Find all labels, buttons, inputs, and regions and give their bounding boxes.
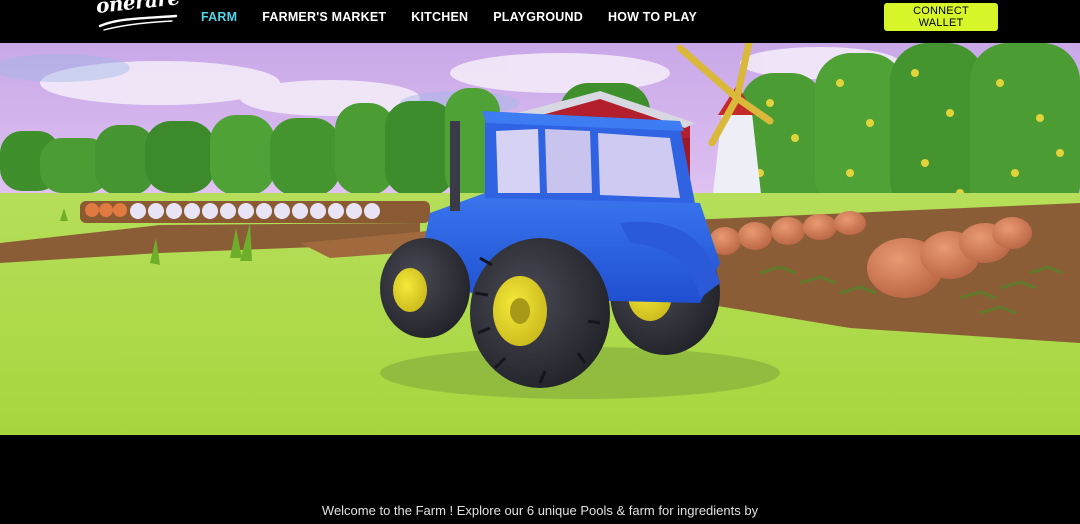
nav-item-farm[interactable]: FARM (201, 10, 237, 24)
main-nav: FARM FARMER'S MARKET KITCHEN PLAYGROUND … (201, 10, 722, 24)
logo-swoosh-icon (98, 14, 178, 31)
welcome-text: Welcome to the Farm ! Explore our 6 uniq… (321, 503, 759, 518)
connect-wallet-button[interactable]: CONNECT WALLET (884, 3, 998, 31)
onerare-logo[interactable]: onerare (95, 0, 181, 34)
farm-scene-illustration (0, 43, 1080, 435)
nav-item-how-to-play[interactable]: HOW TO PLAY (608, 10, 697, 24)
top-navbar: onerare FARM FARMER'S MARKET KITCHEN PLA… (0, 0, 1080, 43)
hero-farm-scene (0, 43, 1080, 435)
nav-item-farmers-market[interactable]: FARMER'S MARKET (262, 10, 386, 24)
nav-item-kitchen[interactable]: KITCHEN (411, 10, 468, 24)
nav-item-playground[interactable]: PLAYGROUND (493, 10, 583, 24)
